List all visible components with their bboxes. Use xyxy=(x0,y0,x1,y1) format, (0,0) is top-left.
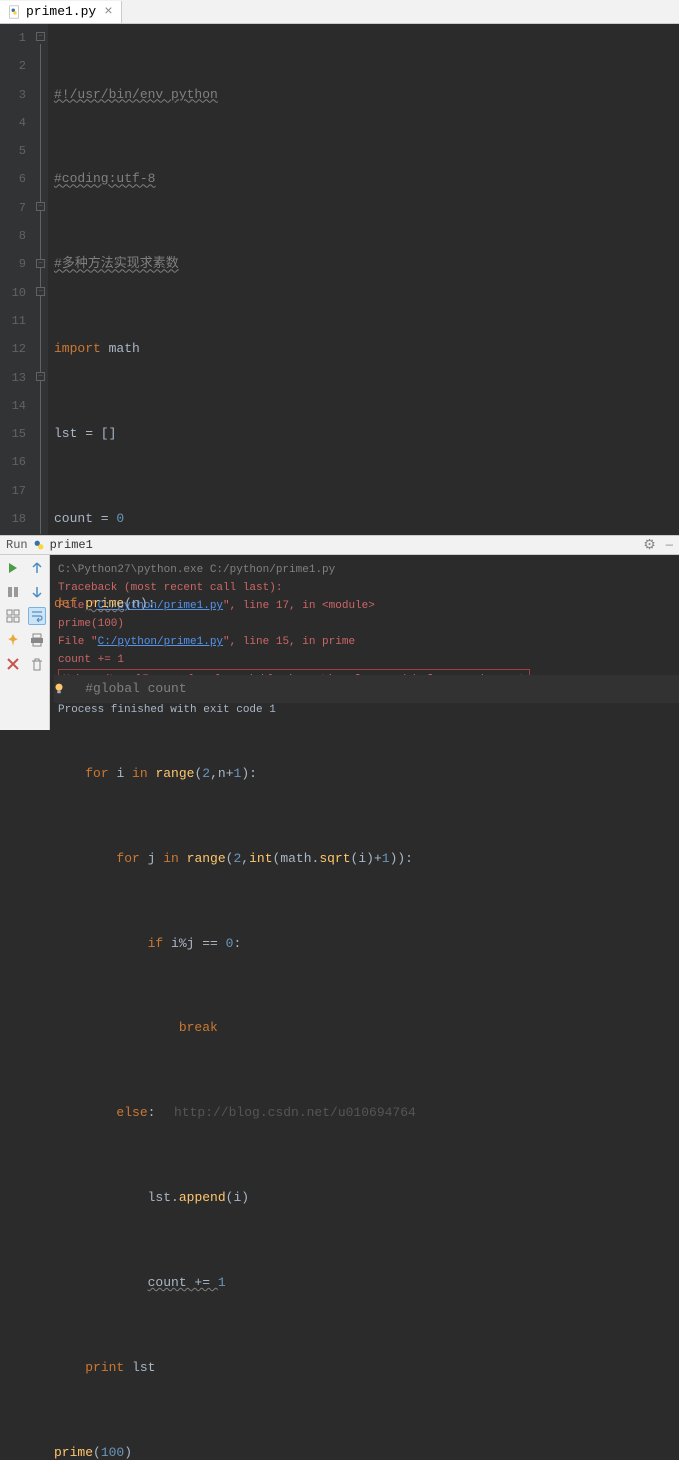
rerun-button[interactable] xyxy=(4,559,22,577)
fold-gutter: − − − − − xyxy=(34,24,48,535)
soft-wrap-button[interactable] xyxy=(28,607,46,625)
tab-filename: prime1.py xyxy=(26,4,96,19)
layout-button[interactable] xyxy=(4,607,22,625)
close-tab-icon[interactable]: × xyxy=(104,4,112,20)
fold-marker-icon[interactable]: − xyxy=(36,372,45,381)
close-button[interactable] xyxy=(4,655,22,673)
up-button[interactable] xyxy=(28,559,46,577)
run-label: Run xyxy=(6,538,28,552)
run-toolbar-left xyxy=(0,555,25,730)
fold-marker-icon[interactable]: − xyxy=(36,287,45,296)
run-toolbar-right xyxy=(25,555,50,730)
print-button[interactable] xyxy=(28,631,46,649)
python-icon xyxy=(32,538,46,552)
fold-marker-icon[interactable]: − xyxy=(36,259,45,268)
editor: 1 2 3 4 5 6 7 8 9 10 11 12 13 14 15 16 1… xyxy=(0,24,679,535)
tab-bar: prime1.py × xyxy=(0,0,679,24)
down-button[interactable] xyxy=(28,583,46,601)
stop-button[interactable] xyxy=(4,583,22,601)
intention-bulb-icon[interactable] xyxy=(52,681,66,695)
pin-button[interactable] xyxy=(4,631,22,649)
python-file-icon xyxy=(8,5,22,19)
line-number-gutter: 1 2 3 4 5 6 7 8 9 10 11 12 13 14 15 16 1… xyxy=(0,24,34,535)
fold-marker-icon[interactable]: − xyxy=(36,32,45,41)
watermark-text: http://blog.csdn.net/u010694764 xyxy=(174,1099,416,1127)
file-tab[interactable]: prime1.py × xyxy=(0,1,122,23)
code-area[interactable]: #!/usr/bin/env python #coding:utf-8 #多种方… xyxy=(48,24,679,535)
clear-button[interactable] xyxy=(28,655,46,673)
fold-marker-icon[interactable]: − xyxy=(36,202,45,211)
